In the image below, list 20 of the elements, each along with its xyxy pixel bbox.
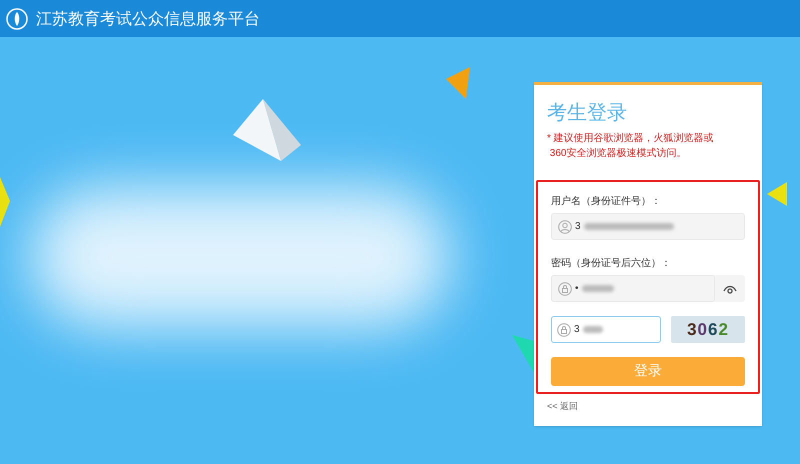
username-label: 用户名（身份证件号）： (551, 194, 662, 209)
field-value: • (575, 282, 579, 296)
captcha-field[interactable]: 3 (551, 316, 661, 343)
lock-icon (558, 282, 572, 296)
password-field[interactable]: • (551, 275, 715, 302)
blurred-value (582, 326, 603, 333)
field-value: 3 (574, 323, 580, 337)
eye-icon[interactable] (723, 284, 737, 294)
logo-icon (6, 8, 28, 30)
site-title: 江苏教育考试公众信息服务平台 (36, 8, 260, 30)
person-icon (558, 220, 572, 234)
login-title: 考生登录 (547, 99, 628, 126)
field-value: 3 (575, 220, 581, 234)
username-field[interactable]: 3 (551, 213, 745, 240)
blurred-value (582, 285, 614, 292)
browser-notice: * 建议使用谷歌浏览器，火狐浏览器或 360安全浏览器极速模式访问。 (547, 132, 715, 161)
password-label: 密码（身份证号后六位）： (551, 256, 672, 271)
lock-icon (557, 322, 571, 336)
captcha-image[interactable]: 3062 (671, 316, 745, 343)
back-link[interactable]: << 返回 (547, 400, 749, 414)
